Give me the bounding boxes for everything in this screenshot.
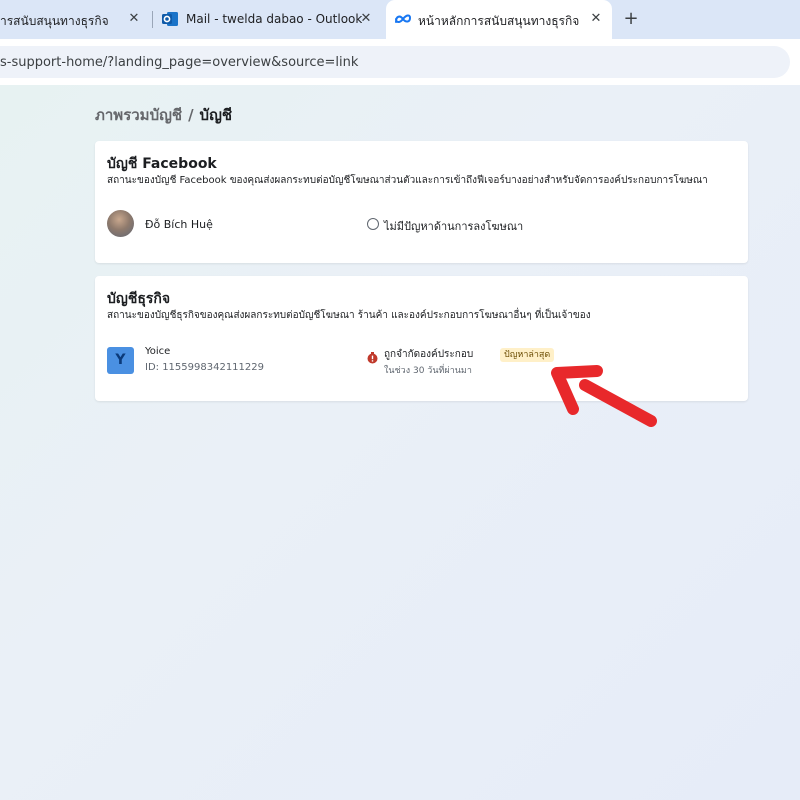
annotation-arrow-icon — [551, 365, 657, 427]
